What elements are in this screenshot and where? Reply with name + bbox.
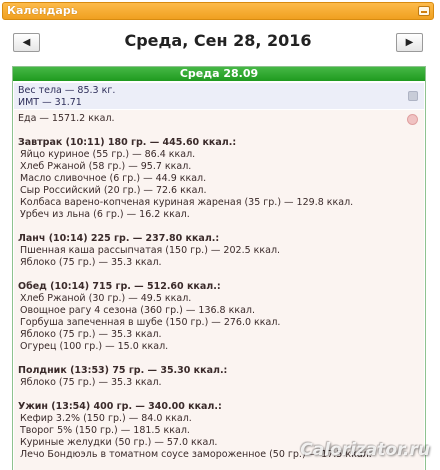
current-date-title: Среда, Сен 28, 2016 (124, 31, 312, 50)
meal-title-supper: Ужин (13:54) 400 гр. — 340.00 ккал.: (18, 401, 222, 412)
food-item: Пшенная каша рассыпчатая (150 гр.) — 202… (20, 245, 281, 256)
prev-day-button[interactable]: ◀ (13, 33, 40, 52)
arrow-right-icon: ▶ (405, 37, 414, 48)
food-item: Колбаса варено-копченая куриная жареная … (20, 197, 354, 208)
meal-title-dinner: Обед (10:14) 715 гр. — 512.60 ккал.: (18, 281, 221, 292)
food-item: Огурец (100 гр.) — 15.0 ккал. (20, 341, 169, 352)
food-item: Хлеб Ржаной (58 гр.) — 95.7 ккал. (20, 161, 192, 172)
food-item: Творог 5% (150 гр.) — 181.5 ккал. (20, 425, 190, 436)
food-item: Хлеб Ржаной (30 гр.) — 49.5 ккал. (20, 293, 192, 304)
window-title: Календарь (7, 4, 78, 17)
food-item: Кефир 3.2% (150 гр.) — 84.0 ккал. (20, 413, 192, 424)
food-total: Еда — 1571.2 ккал. (18, 113, 115, 124)
food-log-box[interactable]: Еда — 1571.2 ккал. Завтрак (10:11) 180 г… (14, 110, 424, 470)
body-weight: Вес тела — 85.3 кг. (18, 85, 116, 96)
food-item: Урбеч из льна (6 гр.) — 16.2 ккал. (20, 209, 190, 220)
food-item: Куриные желудки (50 гр.) — 57.0 ккал. (20, 437, 218, 448)
food-item: Масло сливочное (6 гр.) — 44.9 ккал. (20, 173, 207, 184)
food-item: Яблоко (75 гр.) — 35.3 ккал. (20, 329, 162, 340)
bmi-value: ИМТ — 31.71 (18, 97, 82, 108)
food-item: Яблоко (75 гр.) — 35.3 ккал. (20, 257, 162, 268)
site-watermark: Calorizator.ru (300, 440, 430, 460)
next-day-button[interactable]: ▶ (396, 33, 423, 52)
food-item: Яблоко (75 гр.) — 35.3 ккал. (20, 377, 162, 388)
day-header: Среда 28.09 (13, 67, 425, 81)
minimize-icon[interactable] (418, 6, 430, 16)
food-marker-icon[interactable] (407, 114, 418, 125)
food-item: Сыр Российский (20 гр.) — 72.6 ккал. (20, 185, 207, 196)
edit-note-icon[interactable] (408, 91, 418, 101)
meal-title-lunch: Ланч (10:14) 225 гр. — 237.80 ккал.: (18, 233, 220, 244)
window-titlebar: Календарь (2, 2, 434, 20)
food-item: Горбуша запеченная в шубе (150 гр.) — 27… (20, 317, 281, 328)
meal-title-breakfast: Завтрак (10:11) 180 гр. — 445.60 ккал.: (18, 137, 237, 148)
food-item: Овощное рагу 4 сезона (360 гр.) — 136.8 … (20, 305, 256, 316)
body-stats-box[interactable]: Вес тела — 85.3 кг. ИМТ — 31.71 (14, 83, 424, 109)
day-panel: Среда 28.09 Вес тела — 85.3 кг. ИМТ — 31… (12, 66, 426, 470)
meal-title-snack: Полдник (13:53) 75 гр. — 35.30 ккал.: (18, 365, 228, 376)
arrow-left-icon: ◀ (22, 37, 31, 48)
food-item: Яйцо куриное (55 гр.) — 86.4 ккал. (20, 149, 196, 160)
